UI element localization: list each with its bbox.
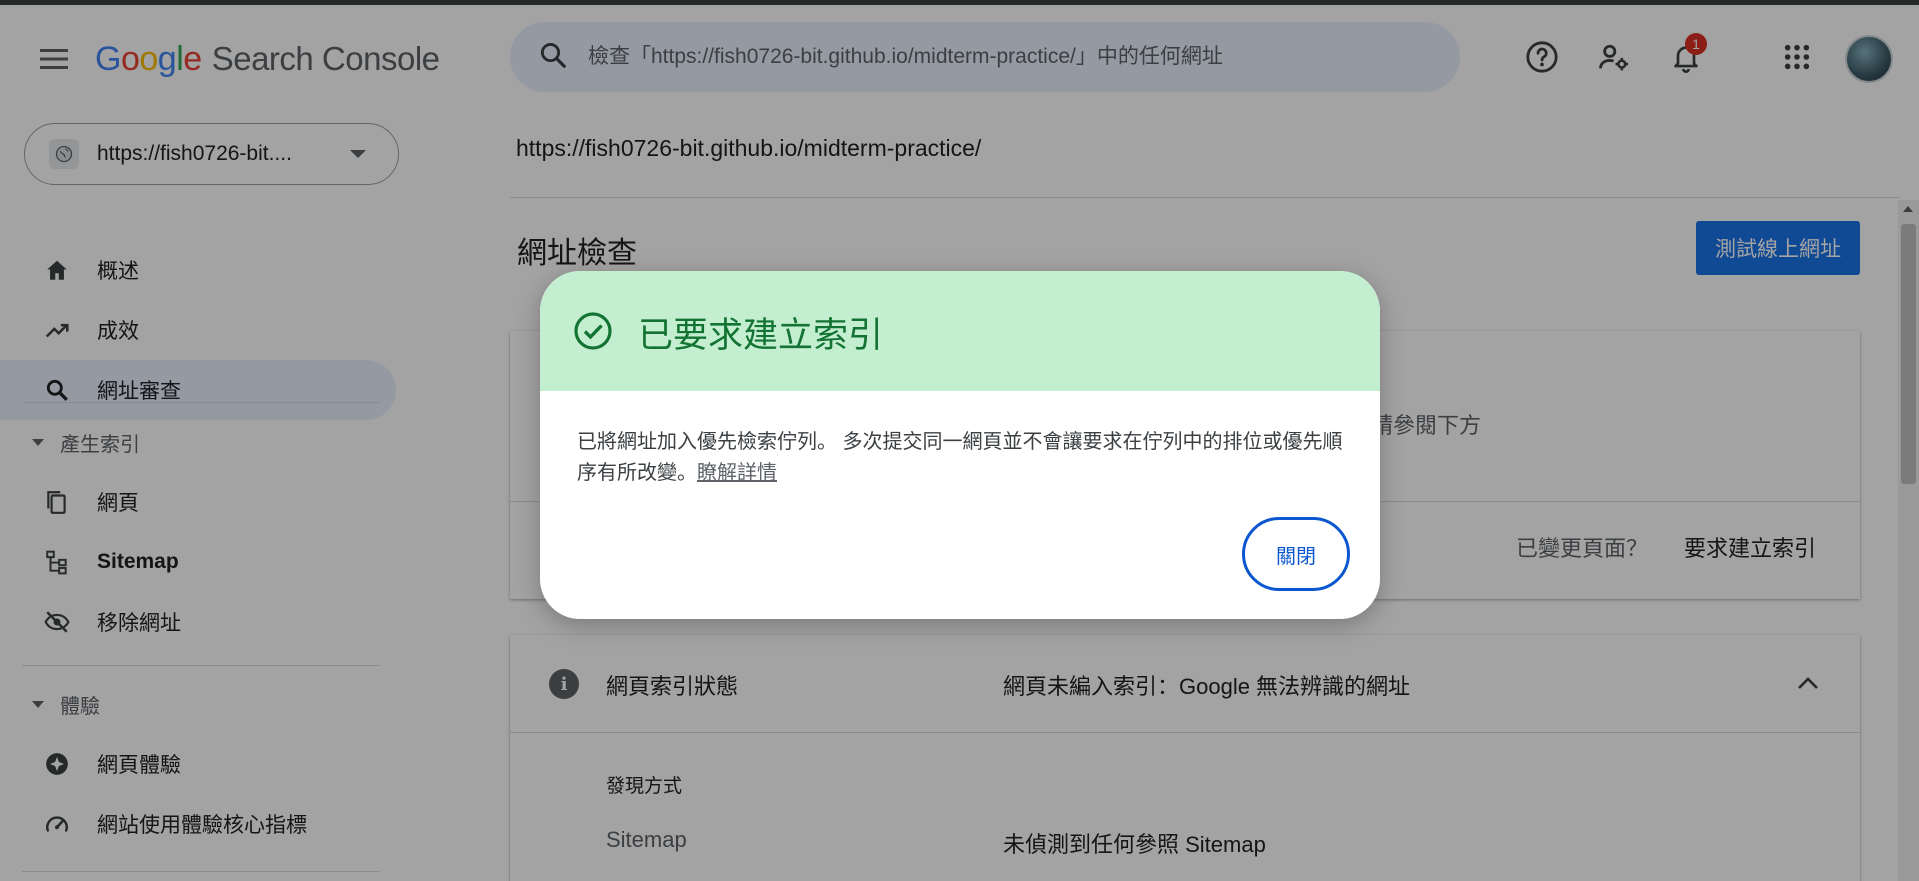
indexing-requested-dialog: 已要求建立索引 已將網址加入優先檢索佇列。 多次提交同一網頁並不會讓要求在佇列中… bbox=[540, 271, 1380, 619]
check-circle-icon bbox=[573, 311, 613, 351]
dialog-title: 已要求建立索引 bbox=[638, 316, 884, 355]
dialog-body: 已將網址加入優先檢索佇列。 多次提交同一網頁並不會讓要求在佇列中的排位或優先順序… bbox=[577, 427, 1347, 489]
search-console-app: Google Search Console 1 ht bbox=[0, 0, 1919, 881]
dialog-header: 已要求建立索引 bbox=[540, 271, 1380, 391]
dialog-message: 已將網址加入優先檢索佇列。 多次提交同一網頁並不會讓要求在佇列中的排位或優先順序… bbox=[577, 431, 1343, 484]
learn-more-link[interactable]: 瞭解詳情 bbox=[697, 462, 777, 484]
close-button[interactable]: 關閉 bbox=[1242, 517, 1350, 591]
